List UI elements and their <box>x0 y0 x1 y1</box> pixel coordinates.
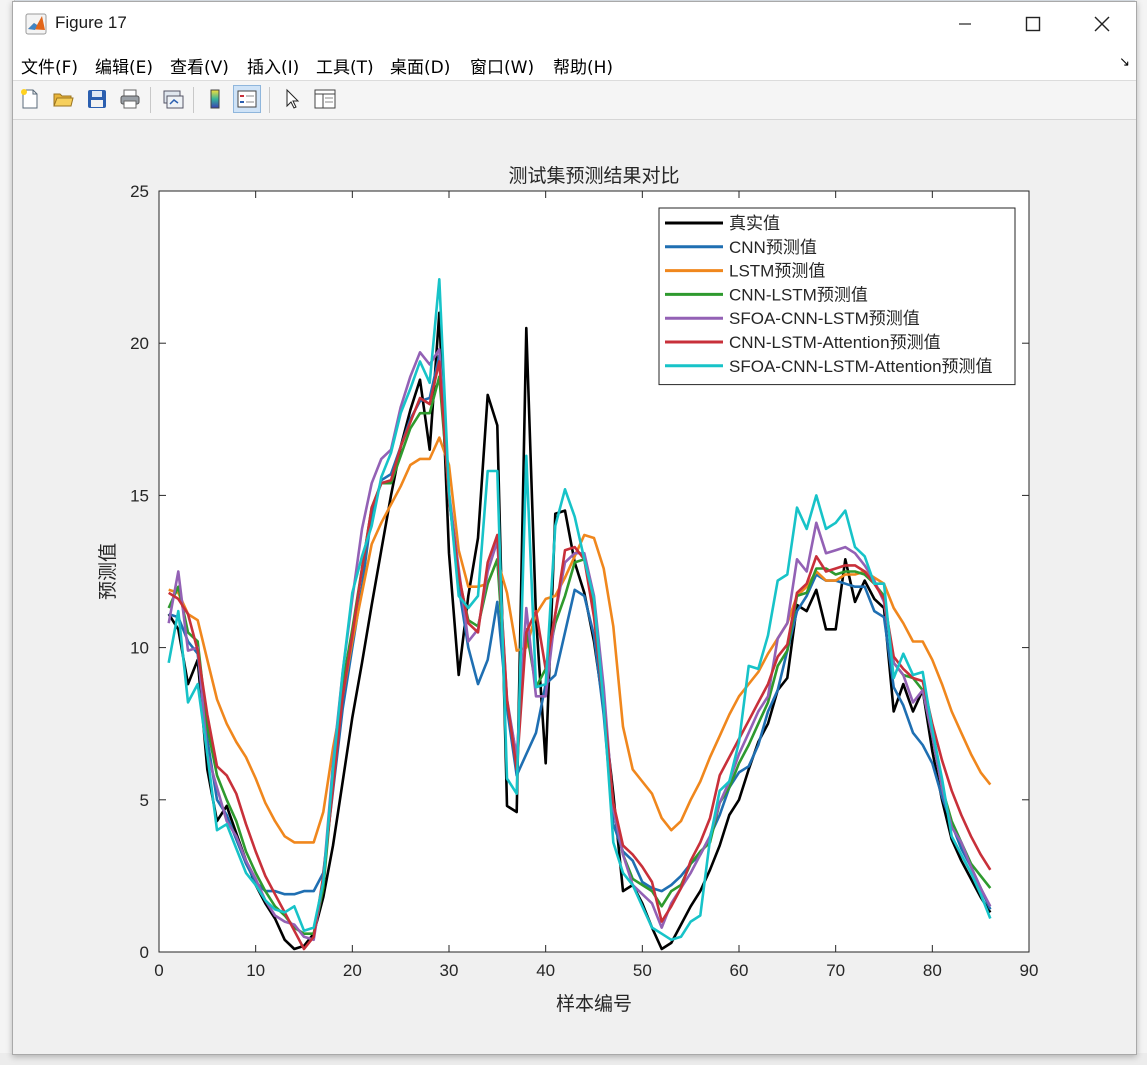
dock-arrow-icon[interactable]: ↘ <box>1119 55 1130 70</box>
minimize-icon <box>959 23 971 25</box>
minimize-button[interactable] <box>930 2 1000 46</box>
x-tick-label: 50 <box>633 961 652 980</box>
chart-title: 测试集预测结果对比 <box>508 165 679 187</box>
legend-entry-label: LSTM预测值 <box>729 262 825 281</box>
legend-entry-label: SFOA-CNN-LSTM预测值 <box>729 309 920 328</box>
menu-file[interactable]: 文件(F) <box>21 53 78 78</box>
figure-window: Figure 17 文件(F) 编辑(E) 查看(V) 插入(I) 工具(T) … <box>12 1 1137 1055</box>
x-tick-label: 10 <box>246 961 265 980</box>
open-file-icon[interactable] <box>49 85 77 113</box>
figure-toolbar <box>13 81 1136 120</box>
toolbar-separator <box>150 87 151 113</box>
new-figure-icon[interactable] <box>16 85 44 113</box>
x-tick-label: 80 <box>923 961 942 980</box>
y-tick-label: 25 <box>130 182 149 201</box>
window-title: Figure 17 <box>55 13 127 32</box>
y-tick-label: 0 <box>140 943 149 962</box>
figure-canvas: 0 10 20 30 40 50 60 70 80 90 0 5 10 15 20 25 测试集预测结果对比 样本… <box>13 120 1136 1054</box>
colorbar-icon[interactable] <box>201 85 229 113</box>
legend-entry-label: SFOA-CNN-LSTM-Attention预测值 <box>729 357 993 376</box>
menu-edit[interactable]: 编辑(E) <box>95 53 153 78</box>
menu-tools[interactable]: 工具(T) <box>316 53 374 78</box>
x-tick-label: 20 <box>343 961 362 980</box>
x-tick-label: 90 <box>1020 961 1039 980</box>
save-icon[interactable] <box>83 85 111 113</box>
legend-entry-label: CNN-LSTM-Attention预测值 <box>729 333 941 352</box>
legend-entry-label: CNN预测值 <box>729 238 817 257</box>
menu-insert[interactable]: 插入(I) <box>247 53 299 78</box>
x-tick-label: 30 <box>440 961 459 980</box>
menu-bar: 文件(F) 编辑(E) 查看(V) 插入(I) 工具(T) 桌面(D) 窗口(W… <box>13 46 1136 81</box>
menu-view[interactable]: 查看(V) <box>170 53 229 78</box>
chart-svg: 0 10 20 30 40 50 60 70 80 90 0 5 10 15 20 25 测试集预测结果对比样本… <box>97 165 1039 1015</box>
link-plot-icon[interactable] <box>159 85 187 113</box>
close-icon <box>1094 16 1110 32</box>
y-tick-label: 5 <box>140 791 149 810</box>
maximize-icon <box>1025 16 1041 32</box>
property-inspector-icon[interactable] <box>311 85 339 113</box>
menu-window[interactable]: 窗口(W) <box>470 53 534 78</box>
menu-desktop[interactable]: 桌面(D) <box>390 53 450 78</box>
legend-entry-label: 真实值 <box>729 214 780 233</box>
y-tick-label: 20 <box>130 334 149 353</box>
toolbar-separator <box>269 87 270 113</box>
legend-entry-label: CNN-LSTM预测值 <box>729 285 868 304</box>
close-button[interactable] <box>1067 2 1136 46</box>
menu-help[interactable]: 帮助(H) <box>553 53 613 78</box>
y-tick-label: 15 <box>130 486 149 505</box>
x-tick-label: 60 <box>730 961 749 980</box>
x-axis-label: 样本编号 <box>556 993 632 1015</box>
y-tick-label: 10 <box>130 639 149 658</box>
x-tick-label: 40 <box>536 961 555 980</box>
matlab-logo-icon <box>25 13 47 35</box>
x-tick-label: 0 <box>154 961 163 980</box>
x-tick-label: 70 <box>826 961 845 980</box>
pointer-icon[interactable] <box>278 85 306 113</box>
y-axis-label: 预测值 <box>97 543 119 600</box>
maximize-button[interactable] <box>998 2 1068 46</box>
title-bar[interactable]: Figure 17 <box>13 2 1136 46</box>
toolbar-separator <box>193 87 194 113</box>
legend-icon[interactable] <box>233 85 261 113</box>
print-icon[interactable] <box>116 85 144 113</box>
